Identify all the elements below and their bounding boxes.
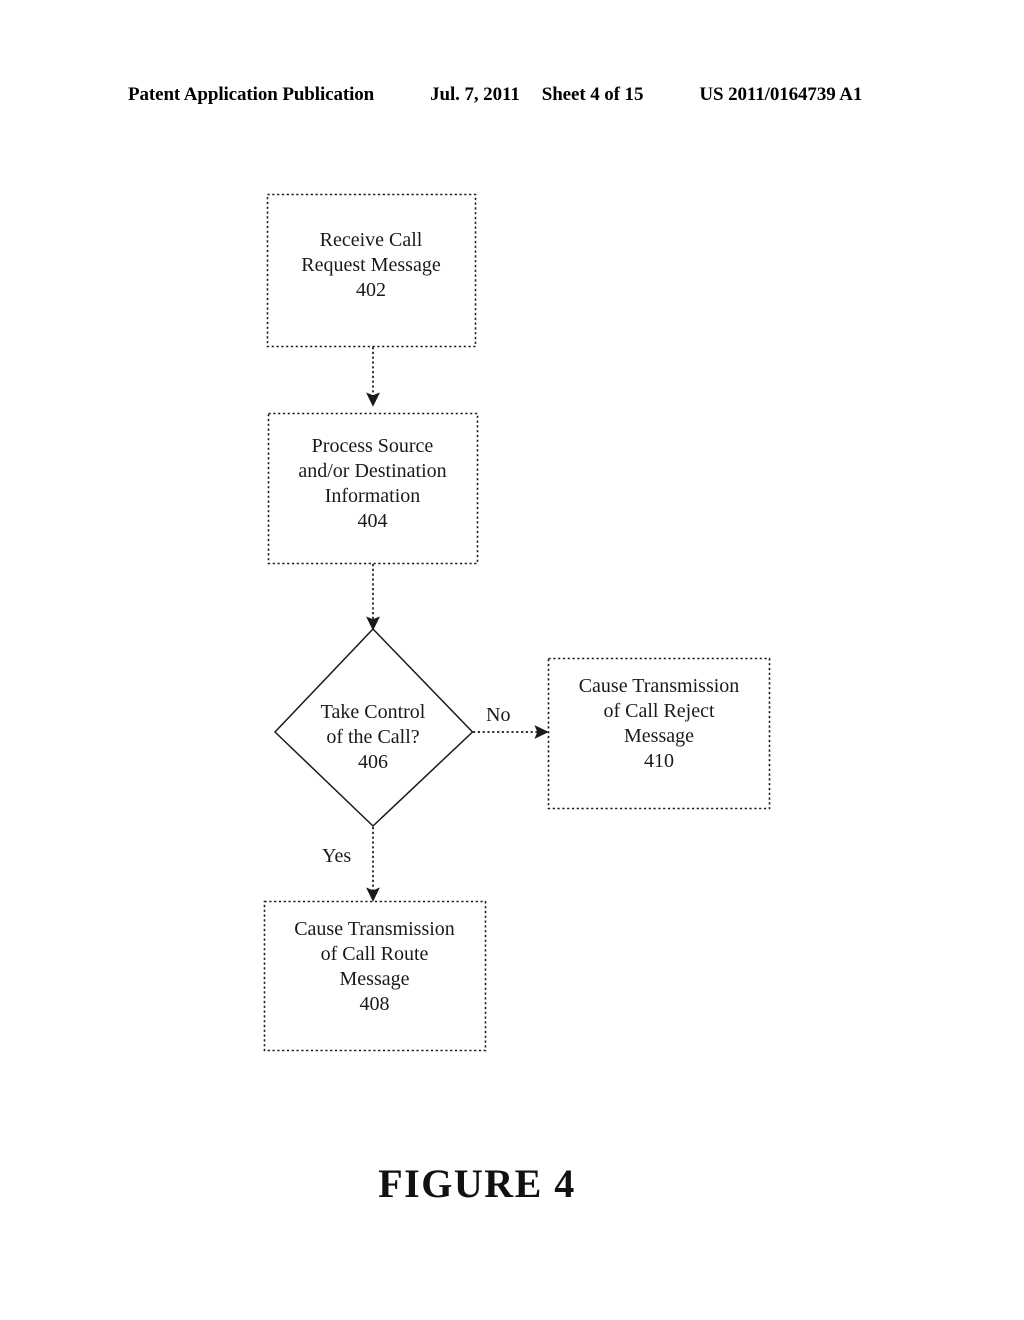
node-402-box bbox=[266, 193, 477, 348]
node-410-box bbox=[547, 657, 771, 810]
flowchart-svg bbox=[263, 193, 771, 1052]
figure-caption: FIGURE 4 bbox=[0, 1160, 1024, 1207]
figure-caption-text: FIGURE 4 bbox=[378, 1161, 576, 1206]
flowchart-figure: Receive Call Request Message 402 Process… bbox=[0, 0, 1024, 1320]
node-406-diamond bbox=[273, 627, 474, 828]
node-408-box bbox=[263, 900, 487, 1052]
node-404-box bbox=[267, 412, 479, 565]
